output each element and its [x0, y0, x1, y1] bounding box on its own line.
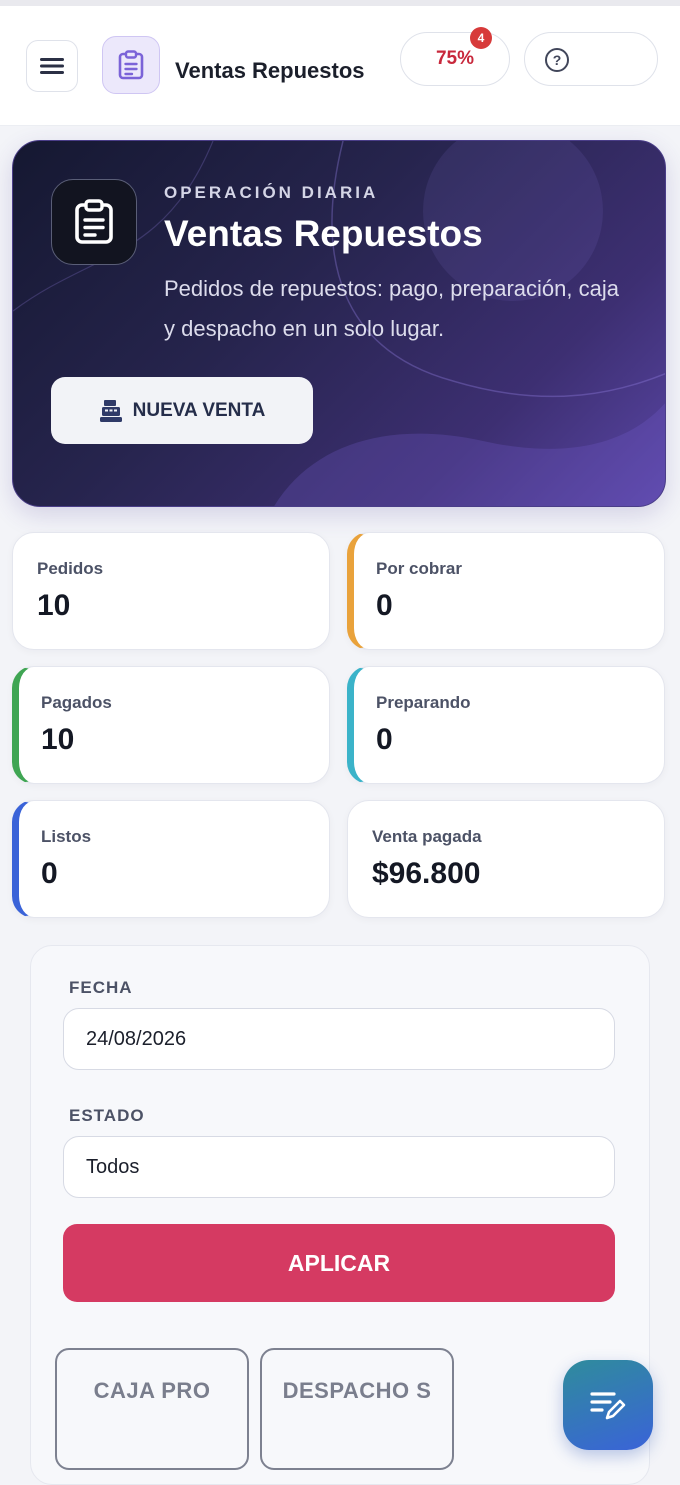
hero-icon-tile	[51, 179, 137, 265]
progress-pill[interactable]: 75%	[400, 32, 510, 86]
hero-banner: OPERACIÓN DIARIA Ventas Repuestos Pedido…	[12, 140, 666, 507]
stat-value: 0	[41, 857, 58, 890]
stat-value: $96.800	[372, 857, 481, 890]
hero-eyebrow: OPERACIÓN DIARIA	[164, 183, 379, 202]
stat-card-preparando[interactable]: Preparando 0	[347, 666, 665, 784]
app-logo	[102, 36, 160, 94]
apply-button[interactable]: APLICAR	[63, 1224, 615, 1302]
stat-value: 0	[376, 723, 393, 756]
stat-card-listos[interactable]: Listos 0	[12, 800, 330, 918]
stat-label: Listos	[41, 827, 92, 846]
stat-value: 0	[376, 589, 393, 622]
list-edit-icon	[590, 1392, 626, 1420]
menu-button[interactable]	[26, 40, 78, 92]
status-select[interactable]: Todos	[63, 1136, 615, 1198]
floating-action-button[interactable]	[563, 1360, 653, 1450]
notification-badge: 4	[470, 27, 492, 49]
tab-caja-pro[interactable]: CAJA PRO	[55, 1348, 249, 1470]
question-circle-icon: ?	[545, 48, 569, 72]
stat-card-pagados[interactable]: Pagados 10	[12, 666, 330, 784]
progress-label: 75%	[435, 48, 475, 69]
stat-label: Preparando	[376, 693, 471, 712]
tab-despachos[interactable]: DESPACHO S	[260, 1348, 454, 1470]
cash-register-icon	[99, 399, 122, 422]
clipboard-icon	[75, 199, 113, 244]
status-label: ESTADO	[69, 1106, 145, 1125]
clipboard-icon	[118, 50, 144, 80]
stat-value: 10	[41, 723, 75, 756]
stat-label: Pagados	[41, 693, 112, 712]
help-button[interactable]: ?	[524, 32, 658, 86]
date-field[interactable]: 24/08/2026	[63, 1008, 615, 1070]
top-app-bar: Ventas Repuestos 75% 4 ?	[0, 0, 680, 126]
filter-panel: FECHA 24/08/2026 ESTADO Todos APLICAR CA…	[30, 945, 650, 1485]
hamburger-menu-icon	[40, 58, 64, 74]
hero-title: Ventas Repuestos	[164, 213, 483, 254]
stat-label: Pedidos	[37, 559, 104, 578]
new-sale-button[interactable]: NUEVA VENTA	[51, 377, 313, 444]
stat-value: 10	[37, 589, 71, 622]
stat-label: Venta pagada	[372, 827, 482, 846]
stat-label: Por cobrar	[376, 559, 462, 578]
new-sale-label: NUEVA VENTA	[132, 399, 266, 421]
stat-card-venta-pagada[interactable]: Venta pagada $96.800	[347, 800, 665, 918]
stat-card-por-cobrar[interactable]: Por cobrar 0	[347, 532, 665, 650]
app-title: Ventas Repuestos	[175, 58, 365, 83]
stat-card-pedidos[interactable]: Pedidos 10	[12, 532, 330, 650]
date-label: FECHA	[69, 978, 133, 997]
hero-description: Pedidos de repuestos: pago, preparación,…	[164, 276, 619, 341]
